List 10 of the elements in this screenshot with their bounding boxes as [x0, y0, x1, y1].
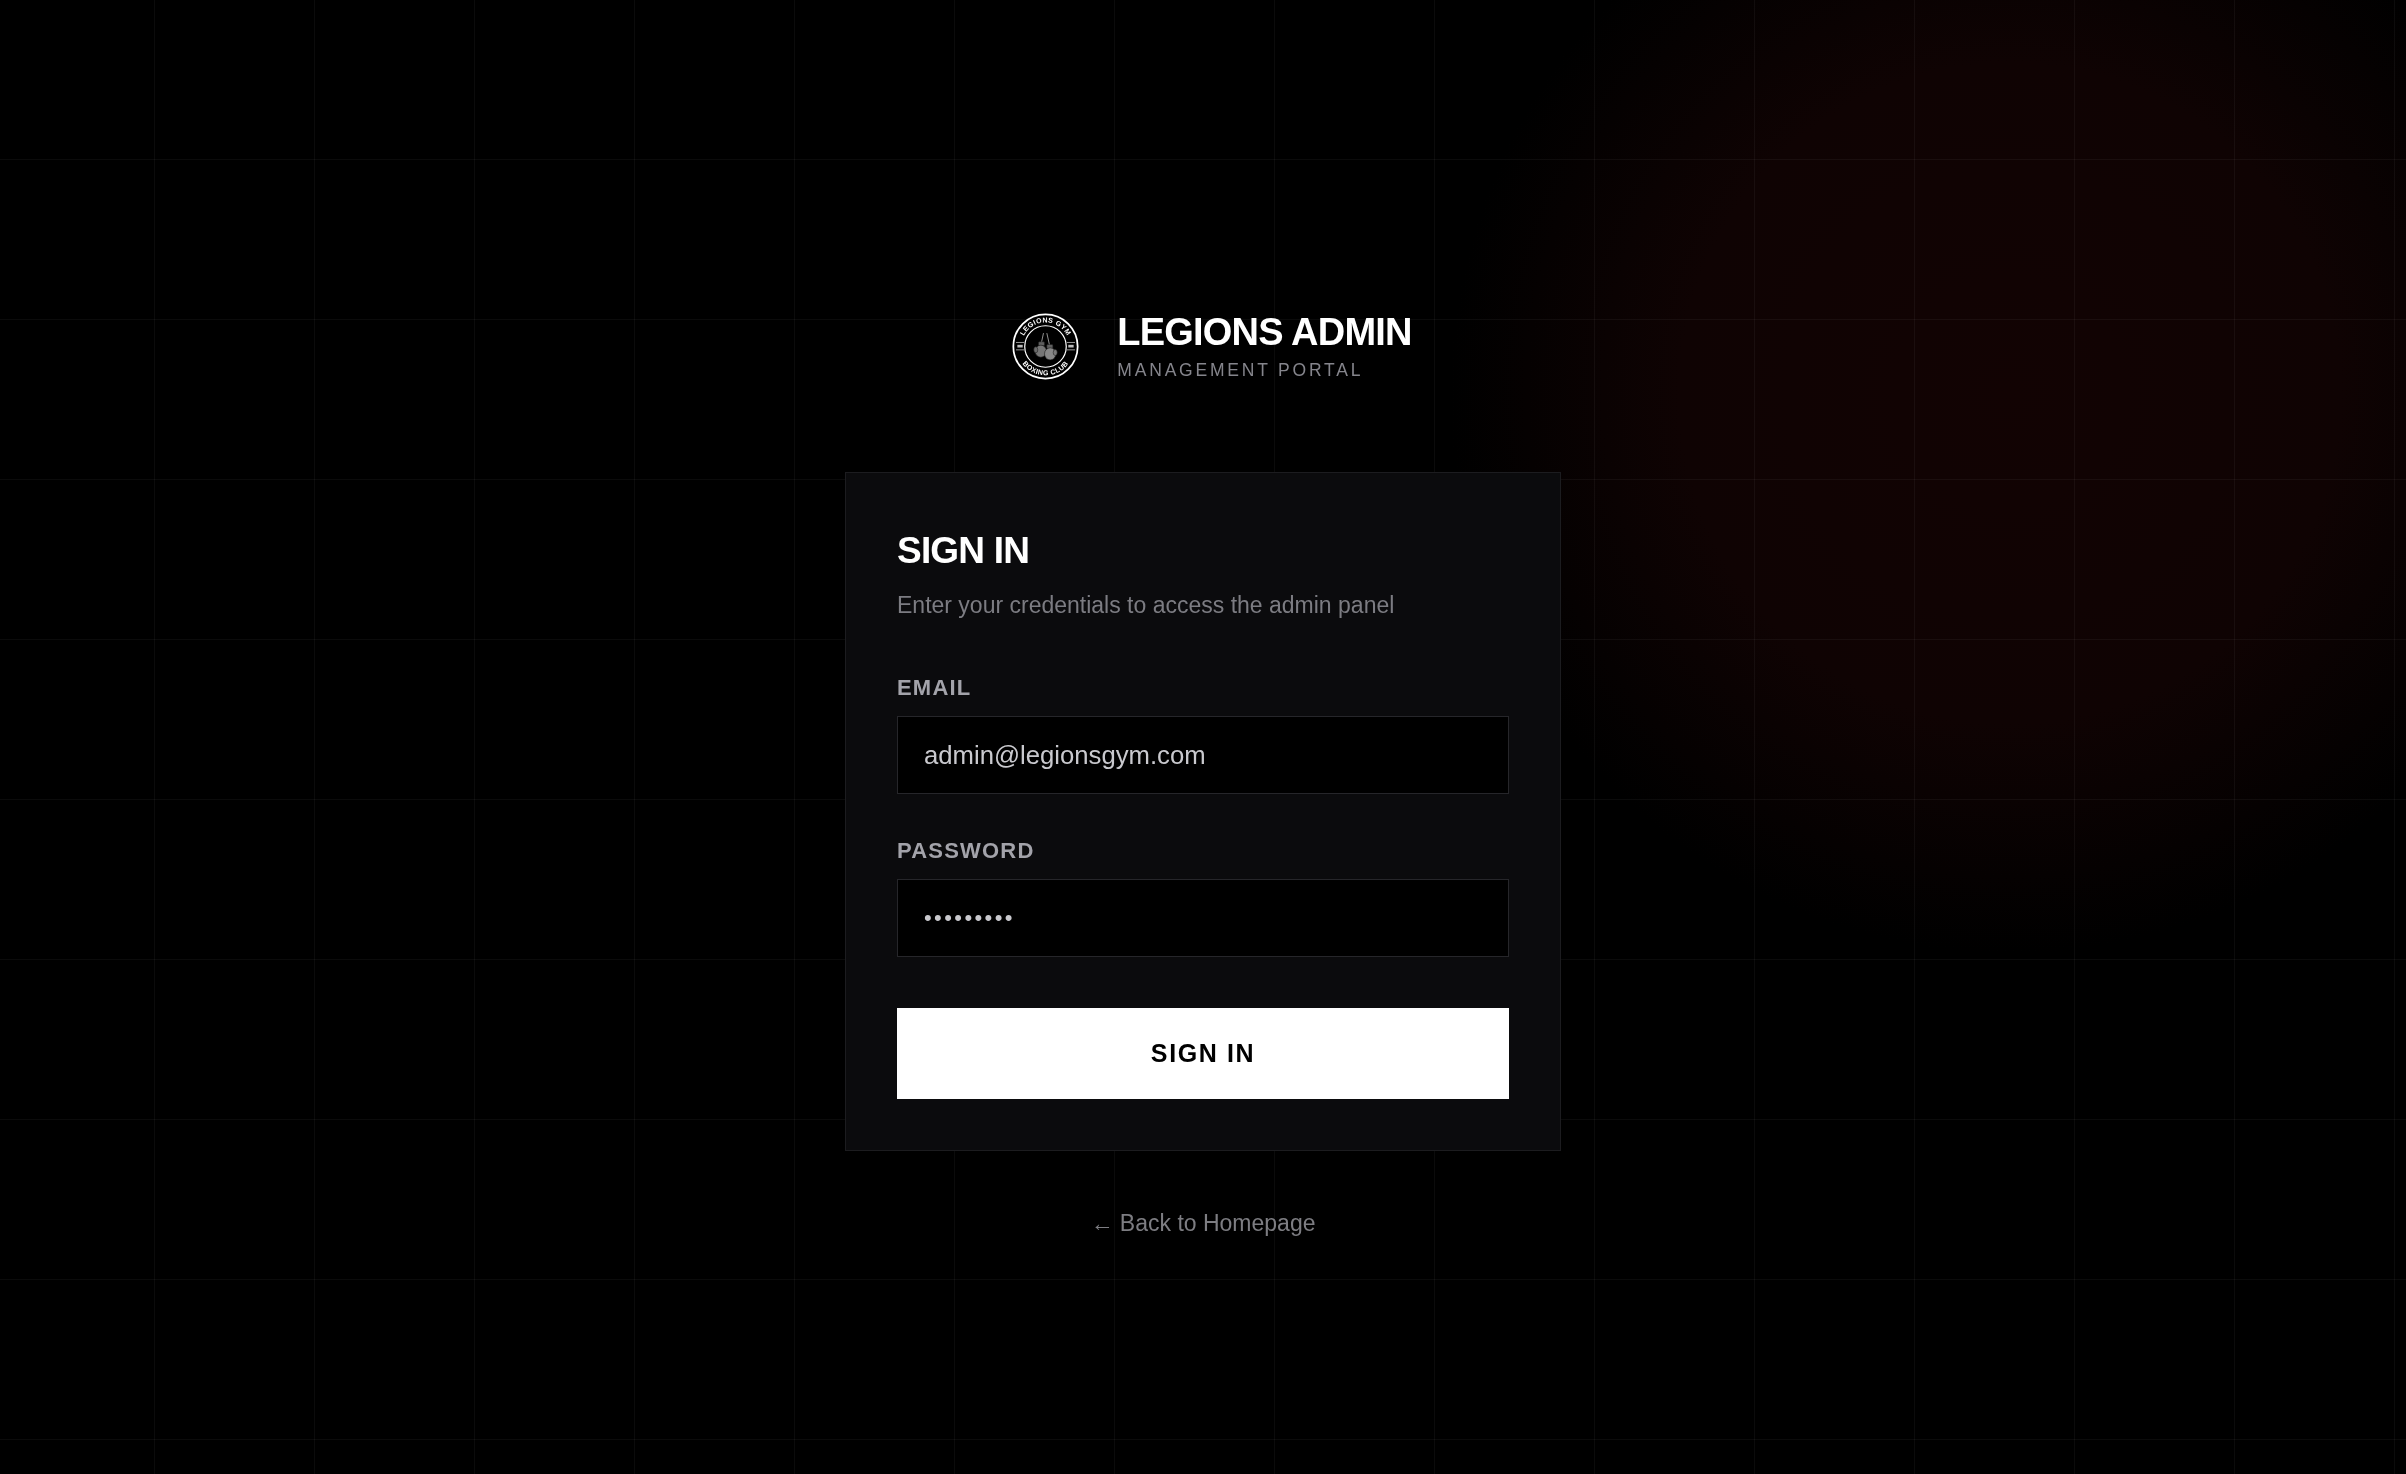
sign-in-button[interactable]: SIGN IN — [897, 1008, 1509, 1099]
email-field[interactable]: admin@legionsgym.com — [897, 716, 1509, 794]
password-field[interactable]: ••••••••• — [897, 879, 1509, 957]
field-label: EMAIL — [897, 677, 973, 699]
card-title: SIGN IN — [897, 532, 1031, 569]
brand-subtitle: MANAGEMENT PORTAL — [1117, 362, 1365, 380]
brand-title: LEGIONS ADMIN — [1117, 313, 1412, 352]
field-label: PASSWORD — [897, 840, 1036, 862]
back-link[interactable]: ← Back to Homepage — [1090, 1212, 1316, 1235]
card-description: Enter your credentials to access the admin panel — [897, 594, 1396, 617]
